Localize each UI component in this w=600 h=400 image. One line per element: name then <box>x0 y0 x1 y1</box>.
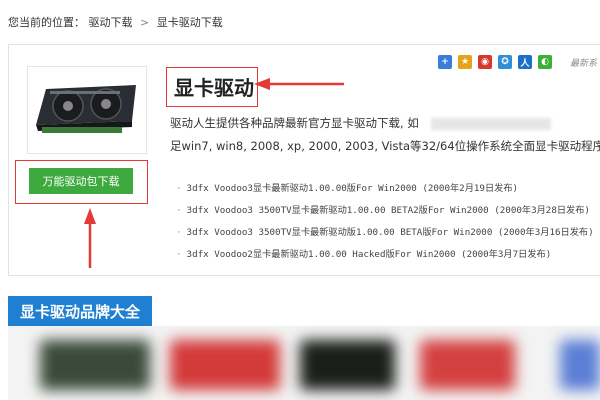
driver-link[interactable]: 3dfx Voodoo3显卡最新驱动1.00.00版For Win2000 (2… <box>187 183 519 194</box>
product-description: 驱动人生提供各种品牌最新官方显卡驱动下载, 如 足win7, win8, 200… <box>170 112 600 158</box>
product-image <box>27 66 147 154</box>
brand-section-title: 显卡驱动品牌大全 <box>8 296 153 326</box>
share-toolbar: + ★ ◉ ✪ 人 ◐ <box>438 55 552 69</box>
arrow-up-icon <box>84 208 96 268</box>
brand-logo[interactable] <box>560 340 600 390</box>
driver-list-item[interactable]: · 3dfx Voodoo3 3500TV显卡最新驱动版1.00.00 BETA版… <box>176 222 594 244</box>
description-line-1: 驱动人生提供各种品牌最新官方显卡驱动下载, 如 <box>170 116 419 130</box>
renren-icon[interactable]: 人 <box>518 55 532 69</box>
breadcrumb-link-gpu-driver[interactable]: 显卡驱动下载 <box>157 16 223 29</box>
description-line-2: 足win7, win8, 2008, xp, 2000, 2003, Vista… <box>170 139 600 153</box>
driver-list-item[interactable]: · 3dfx Voodoo3显卡最新驱动1.00.00版For Win2000 (… <box>176 178 594 200</box>
driver-link[interactable]: 3dfx Voodoo2显卡最新驱动1.00.00 Hacked版For Win… <box>187 249 552 260</box>
breadcrumb-label: 您当前的位置： <box>8 16 85 29</box>
brand-logo[interactable] <box>300 340 395 390</box>
universal-driver-download-button[interactable]: 万能驱动包下载 <box>29 168 133 194</box>
blurred-text <box>430 117 551 130</box>
wechat-icon[interactable]: ◐ <box>538 55 552 69</box>
driver-link[interactable]: 3dfx Voodoo3 3500TV显卡最新驱动1.00.00 BETA2版F… <box>187 205 590 216</box>
breadcrumb: 您当前的位置： 驱动下载 > 显卡驱动下载 <box>8 14 223 30</box>
brand-logo[interactable] <box>420 340 515 390</box>
brand-logo[interactable] <box>40 340 150 390</box>
graphics-card-image <box>36 85 136 133</box>
breadcrumb-separator: > <box>140 16 150 29</box>
arrow-left-icon <box>254 78 344 90</box>
weibo-icon[interactable]: ◉ <box>478 55 492 69</box>
driver-list: · 3dfx Voodoo3显卡最新驱动1.00.00版For Win2000 (… <box>176 178 594 266</box>
plus-share-icon[interactable]: + <box>438 55 452 69</box>
qq-zone-icon[interactable]: ✪ <box>498 55 512 69</box>
breadcrumb-link-driver-download[interactable]: 驱动下载 <box>89 16 133 29</box>
page-title: 显卡驱动 <box>174 76 254 100</box>
share-more-link[interactable]: 最新系 <box>570 56 597 69</box>
brand-logo[interactable] <box>170 340 280 390</box>
driver-list-item[interactable]: · 3dfx Voodoo2显卡最新驱动1.00.00 Hacked版For Wi… <box>176 244 594 266</box>
star-icon[interactable]: ★ <box>458 55 472 69</box>
driver-list-item[interactable]: · 3dfx Voodoo3 3500TV显卡最新驱动1.00.00 BETA2版… <box>176 200 594 222</box>
driver-link[interactable]: 3dfx Voodoo3 3500TV显卡最新驱动版1.00.00 BETA版F… <box>187 227 594 238</box>
